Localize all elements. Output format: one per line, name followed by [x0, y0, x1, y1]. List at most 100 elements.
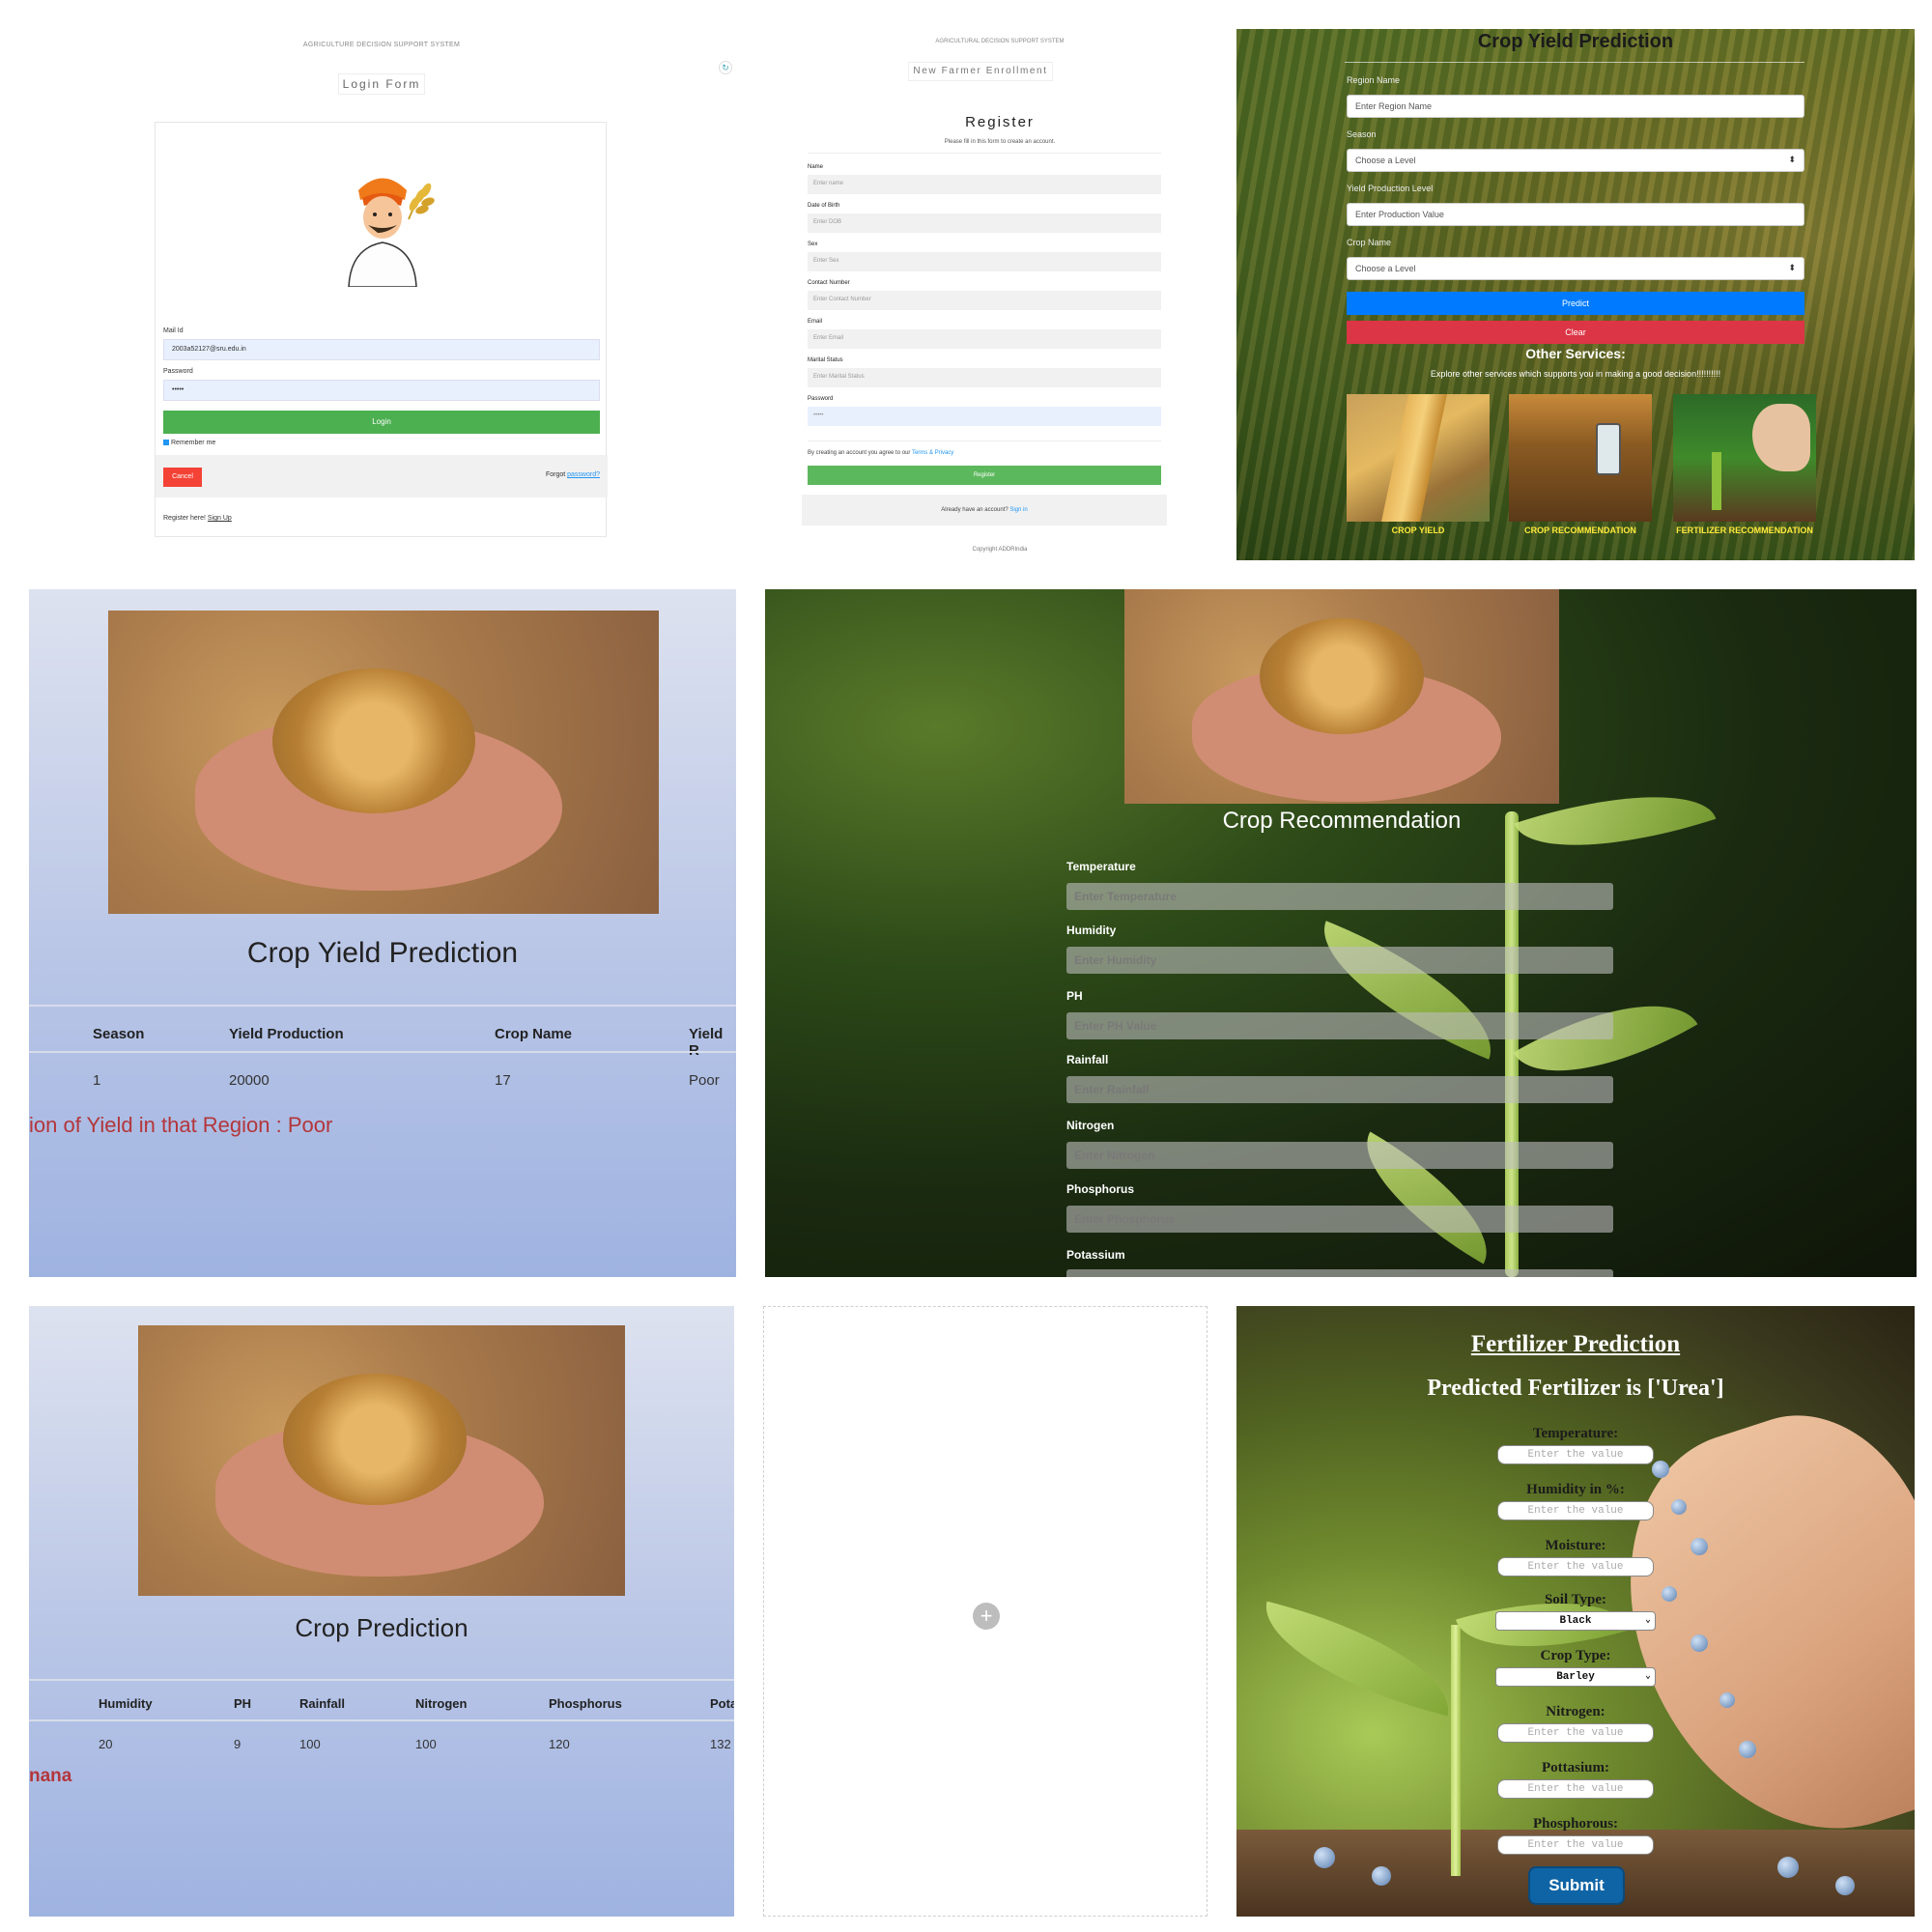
grain-hands-image — [108, 611, 659, 914]
hand-shape — [1752, 404, 1810, 471]
predicted-fertilizer: Predicted Fertilizer is ['Urea'] — [1427, 1376, 1724, 1401]
sex-input[interactable]: Enter Sex — [808, 252, 1161, 271]
crop-prediction-panel: Crop Prediction Humidity PH Rainfall Nit… — [29, 1306, 734, 1917]
clear-button[interactable]: Clear — [1347, 321, 1804, 344]
region-label: Region Name — [1347, 75, 1401, 85]
cell-season: 1 — [93, 1072, 101, 1089]
forgot-password-link[interactable]: password? — [567, 471, 600, 478]
login-card: Mail Id 2003a52127@sru.edu.in Password •… — [155, 122, 608, 537]
remember-label: Remember me — [171, 440, 216, 446]
crop-type-select[interactable]: Barley ⌄ — [1495, 1667, 1656, 1687]
add-icon[interactable]: + — [973, 1603, 1000, 1630]
temperature-input[interactable]: Enter Temperature — [1066, 883, 1613, 910]
header-ph: PH — [234, 1696, 252, 1711]
yield-level-input[interactable]: Enter Production Value — [1347, 203, 1804, 226]
temperature-input[interactable]: Enter the value — [1497, 1445, 1654, 1464]
moisture-label: Moisture: — [1545, 1538, 1606, 1553]
empty-panel: + — [763, 1306, 1208, 1917]
refresh-icon[interactable]: ↻ — [719, 61, 732, 74]
divider — [808, 440, 1161, 441]
name-label: Name — [808, 164, 824, 170]
rainfall-input[interactable]: Enter Rainfall — [1066, 1076, 1613, 1103]
soil-type-select[interactable]: Black ⌄ — [1495, 1611, 1656, 1631]
submit-button[interactable]: Submit — [1528, 1866, 1625, 1905]
season-label: Season — [1347, 129, 1377, 139]
contact-label: Contact Number — [808, 280, 850, 286]
granule-shape — [1652, 1461, 1669, 1478]
potassium-label: Pottasium: — [1542, 1760, 1609, 1776]
name-input[interactable]: Enter name — [808, 175, 1161, 194]
header-nitrogen: Nitrogen — [415, 1696, 468, 1711]
temperature-label: Temperature: — [1532, 1426, 1619, 1441]
signin-link[interactable]: Sign in — [1009, 507, 1027, 513]
crop-yield-label[interactable]: CROP YIELD — [1347, 524, 1490, 538]
nitrogen-label: Nitrogen — [1066, 1119, 1115, 1132]
potassium-input[interactable] — [1066, 1269, 1613, 1277]
temperature-label: Temperature — [1066, 860, 1136, 873]
granule-shape — [1835, 1876, 1855, 1895]
phone-icon — [1596, 423, 1621, 475]
sex-label: Sex — [808, 242, 818, 247]
email-input[interactable]: Enter Email — [808, 329, 1161, 349]
nitrogen-input[interactable]: Enter the value — [1497, 1723, 1654, 1743]
potassium-label: Potassium — [1066, 1248, 1125, 1262]
cell-phosphorus: 120 — [549, 1737, 570, 1751]
crop-recommendation-service-image[interactable] — [1509, 394, 1652, 522]
password-label: Password — [808, 396, 834, 402]
crop-yield-service-image[interactable] — [1347, 394, 1490, 522]
predict-button[interactable]: Predict — [1347, 292, 1804, 315]
grain-hands-image — [1124, 589, 1559, 804]
season-select[interactable]: Choose a Level — [1347, 149, 1804, 172]
terms-text: By creating an account you agree to our … — [808, 450, 953, 456]
beans-shape — [1260, 618, 1424, 734]
header-potassium: Pota — [710, 1696, 734, 1711]
crop-name-select[interactable]: Choose a Level — [1347, 257, 1804, 280]
remember-checkbox[interactable]: Remember me — [163, 440, 215, 446]
fertilizer-recommendation-label[interactable]: FERTILIZER RECOMMENDATION — [1673, 524, 1816, 538]
mail-input[interactable]: 2003a52127@sru.edu.in — [163, 339, 600, 360]
crop-recommendation-label[interactable]: CROP RECOMMENDATION — [1509, 524, 1652, 538]
humidity-label: Humidity in %: — [1526, 1482, 1625, 1497]
humidity-input[interactable]: Enter Humidity — [1066, 947, 1613, 974]
rainfall-label: Rainfall — [1066, 1053, 1109, 1066]
fertilizer-service-image[interactable] — [1673, 394, 1816, 522]
header-phosphorus: Phosphorus — [549, 1696, 622, 1711]
register-prefix: Register here! — [163, 515, 208, 522]
phosphorous-input[interactable]: Enter the value — [1497, 1835, 1654, 1855]
login-footer: Cancel Forgot password? — [156, 455, 608, 497]
checkbox-icon[interactable] — [163, 440, 169, 446]
cell-rainfall: 100 — [299, 1737, 321, 1751]
granule-shape — [1671, 1499, 1687, 1515]
cell-crop-name: 17 — [495, 1072, 511, 1089]
moisture-input[interactable]: Enter the value — [1497, 1557, 1654, 1577]
login-button[interactable]: Login — [163, 411, 600, 434]
terms-link[interactable]: Terms & Privacy — [912, 450, 953, 456]
header-yield-production: Yield Production — [229, 1026, 344, 1042]
humidity-input[interactable]: Enter the value — [1497, 1501, 1654, 1520]
dob-input[interactable]: Enter DOB — [808, 213, 1161, 233]
password-input[interactable]: ••••• — [163, 380, 600, 401]
granule-shape — [1739, 1741, 1756, 1758]
marital-input[interactable]: Enter Marital Status — [808, 368, 1161, 387]
phosphorus-input[interactable]: Enter Phosphorus — [1066, 1206, 1613, 1233]
password-input[interactable]: ••••• — [808, 407, 1161, 426]
ph-input[interactable]: Enter PH Value — [1066, 1012, 1613, 1039]
contact-input[interactable]: Enter Contact Number — [808, 291, 1161, 310]
potassium-input[interactable]: Enter the value — [1497, 1779, 1654, 1799]
enrollment-title: New Farmer Enrollment — [908, 62, 1053, 81]
soil-type-label: Soil Type: — [1544, 1592, 1607, 1607]
register-button[interactable]: Register — [808, 466, 1161, 485]
phosphorus-label: Phosphorus — [1066, 1182, 1135, 1196]
header-humidity: Humidity — [99, 1696, 153, 1711]
region-input[interactable]: Enter Region Name — [1347, 95, 1804, 118]
sign-up-link[interactable]: Sign Up — [208, 515, 232, 522]
cell-humidity: 20 — [99, 1737, 113, 1751]
season-value: Choose a Level — [1355, 156, 1416, 165]
ph-label: PH — [1066, 989, 1083, 1003]
cancel-button[interactable]: Cancel — [163, 468, 202, 487]
crop-result-text: nana — [29, 1766, 72, 1786]
nitrogen-input[interactable]: Enter Nitrogen — [1066, 1142, 1613, 1169]
crop-recommendation-panel: Crop Recommendation Temperature Enter Te… — [765, 589, 1917, 1277]
farmer-illustration — [348, 178, 435, 287]
result-title: Crop Prediction — [295, 1613, 469, 1642]
